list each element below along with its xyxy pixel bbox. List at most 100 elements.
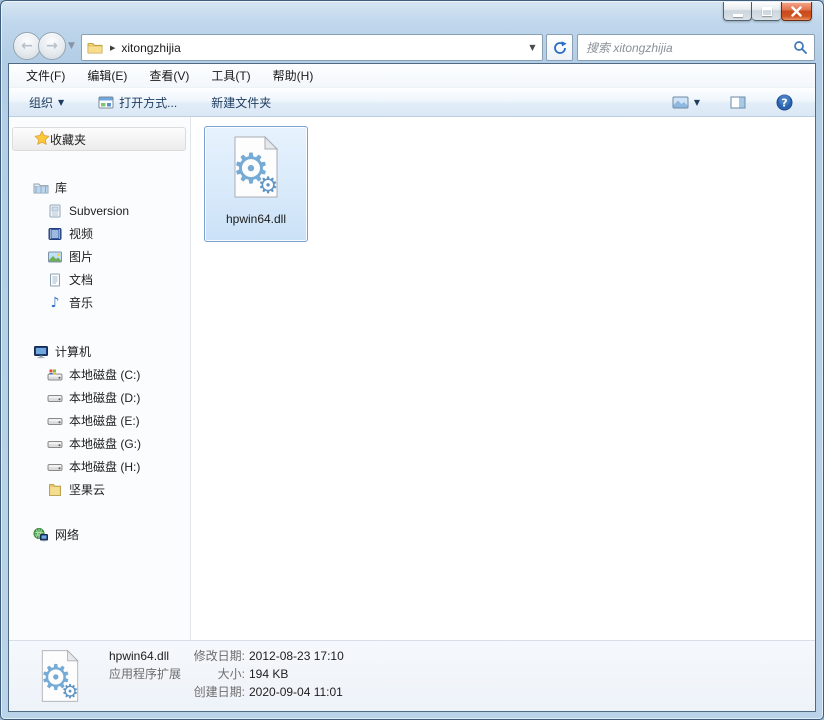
menu-edit[interactable]: 编辑(E) bbox=[80, 64, 134, 87]
modified-date-value: 2012-08-23 17:10 bbox=[249, 649, 344, 663]
preview-pane-icon bbox=[730, 96, 746, 108]
chevron-down-icon: ▼ bbox=[58, 97, 65, 107]
star-icon bbox=[34, 129, 50, 149]
sidebar-item-pictures[interactable]: 图片 bbox=[9, 245, 190, 268]
chevron-down-icon: ▼ bbox=[693, 97, 700, 107]
sidebar-item-label: 音乐 bbox=[69, 296, 94, 310]
sidebar-item-label: 文档 bbox=[69, 273, 94, 287]
drive-icon bbox=[47, 413, 63, 429]
preview-pane-button[interactable] bbox=[722, 92, 754, 113]
minimize-button[interactable] bbox=[723, 2, 752, 21]
help-button[interactable]: ? bbox=[768, 90, 801, 115]
recent-pages-chevron-icon[interactable]: ▼ bbox=[68, 41, 75, 51]
system-drive-icon bbox=[47, 367, 63, 383]
sidebar-item-label: 收藏夹 bbox=[50, 132, 87, 147]
sidebar-item-drive-d[interactable]: 本地磁盘 (D:) bbox=[9, 386, 190, 409]
sidebar-item-subversion[interactable]: Subversion bbox=[9, 199, 190, 222]
sidebar-item-label: 本地磁盘 (D:) bbox=[69, 391, 141, 405]
address-bar[interactable]: ▶ xitongzhijia ▼ bbox=[81, 34, 543, 61]
sidebar-item-documents[interactable]: 文档 bbox=[9, 268, 190, 291]
sidebar-item-label: 本地磁盘 (H:) bbox=[69, 460, 141, 474]
sidebar-item-videos[interactable]: 视频 bbox=[9, 222, 190, 245]
sidebar-item-drive-c[interactable]: 本地磁盘 (C:) bbox=[9, 363, 190, 386]
drive-icon bbox=[47, 436, 63, 452]
menu-help[interactable]: 帮助(H) bbox=[266, 64, 321, 87]
libraries-icon bbox=[33, 180, 49, 196]
details-file-type: 应用程序扩展 bbox=[109, 667, 182, 681]
close-button[interactable] bbox=[781, 2, 812, 21]
new-folder-button[interactable]: 新建文件夹 bbox=[203, 90, 279, 115]
content-area: 收藏夹 库 Subversion 视频 图片 文档 ♪ 音乐 计算机 本地磁盘 … bbox=[9, 117, 815, 640]
folder-icon bbox=[87, 42, 103, 53]
details-row-3: 创建日期: 2020-09-04 11:01 bbox=[109, 683, 344, 701]
minimize-icon bbox=[732, 14, 743, 17]
document-icon bbox=[47, 272, 63, 288]
close-icon bbox=[791, 5, 802, 17]
sidebar-item-network[interactable]: 网络 bbox=[9, 523, 190, 546]
folder-icon bbox=[47, 482, 63, 498]
sidebar-item-label: 本地磁盘 (E:) bbox=[69, 414, 140, 428]
search-icon[interactable] bbox=[793, 40, 808, 55]
sidebar-item-drive-e[interactable]: 本地磁盘 (E:) bbox=[9, 409, 190, 432]
svg-text:⚙: ⚙ bbox=[258, 173, 279, 199]
client-area: 文件(F) 编辑(E) 查看(V) 工具(T) 帮助(H) 组织 ▼ 打开方式.… bbox=[8, 63, 816, 712]
sidebar-item-libraries[interactable]: 库 bbox=[9, 176, 190, 199]
svg-text:⚙: ⚙ bbox=[61, 680, 78, 703]
navigation-pane: 收藏夹 库 Subversion 视频 图片 文档 ♪ 音乐 计算机 本地磁盘 … bbox=[9, 117, 190, 640]
drive-icon bbox=[47, 459, 63, 475]
picture-icon bbox=[47, 249, 63, 265]
open-with-icon bbox=[98, 95, 114, 110]
sidebar-item-nutstore[interactable]: 坚果云 bbox=[9, 478, 190, 501]
organize-label: 组织 bbox=[29, 95, 54, 110]
computer-icon bbox=[33, 344, 49, 360]
file-name-label: hpwin64.dll bbox=[225, 212, 287, 226]
sidebar-item-computer[interactable]: 计算机 bbox=[9, 340, 190, 363]
sidebar-item-label: 视频 bbox=[69, 227, 94, 241]
sidebar-item-label: 本地磁盘 (G:) bbox=[69, 437, 141, 451]
sidebar-item-label: 本地磁盘 (C:) bbox=[69, 368, 141, 382]
file-item-hpwin64[interactable]: ⚙ ⚙ hpwin64.dll bbox=[204, 126, 308, 242]
maximize-icon bbox=[761, 6, 772, 16]
sidebar-item-drive-h[interactable]: 本地磁盘 (H:) bbox=[9, 455, 190, 478]
menu-view[interactable]: 查看(V) bbox=[142, 64, 196, 87]
details-pane: ⚙ ⚙ hpwin64.dll 修改日期: 2012-08-23 17:10 应用程… bbox=[9, 640, 815, 711]
breadcrumb-arrow-icon: ▶ bbox=[110, 43, 116, 52]
details-row-2: 应用程序扩展 大小: 194 KB bbox=[109, 665, 344, 683]
address-dropdown-icon[interactable]: ▼ bbox=[523, 35, 542, 60]
dll-file-icon: ⚙ ⚙ bbox=[232, 135, 279, 199]
menu-file[interactable]: 文件(F) bbox=[19, 64, 72, 87]
open-with-button[interactable]: 打开方式... bbox=[90, 90, 185, 115]
sidebar-item-label: 网络 bbox=[55, 528, 80, 542]
menu-tools[interactable]: 工具(T) bbox=[204, 64, 257, 87]
open-with-label: 打开方式... bbox=[119, 95, 178, 110]
new-folder-label: 新建文件夹 bbox=[211, 95, 272, 110]
views-icon bbox=[672, 96, 689, 108]
organize-button[interactable]: 组织 ▼ bbox=[21, 90, 72, 115]
file-list[interactable]: ⚙ ⚙ hpwin64.dll bbox=[191, 117, 815, 640]
details-file-name: hpwin64.dll bbox=[109, 649, 170, 663]
back-button[interactable]: ← bbox=[13, 32, 41, 60]
views-button[interactable]: ▼ bbox=[664, 92, 708, 113]
sidebar-item-drive-g[interactable]: 本地磁盘 (G:) bbox=[9, 432, 190, 455]
sidebar-item-music[interactable]: ♪ 音乐 bbox=[9, 291, 190, 314]
help-icon: ? bbox=[776, 94, 793, 110]
modified-date-label: 修改日期: bbox=[193, 649, 245, 663]
sidebar-item-label: 计算机 bbox=[55, 345, 92, 359]
command-bar: 组织 ▼ 打开方式... 新建文件夹 ▼ ? bbox=[9, 88, 815, 117]
sidebar-item-label: 库 bbox=[55, 181, 68, 195]
drive-icon bbox=[47, 390, 63, 406]
search-input[interactable] bbox=[586, 40, 793, 55]
size-value: 194 KB bbox=[249, 667, 289, 681]
search-box bbox=[577, 34, 815, 61]
forward-button[interactable]: → bbox=[38, 32, 66, 60]
maximize-button[interactable] bbox=[752, 2, 781, 21]
network-icon bbox=[33, 527, 49, 543]
created-date-label: 创建日期: bbox=[193, 685, 245, 699]
sidebar-item-label: 坚果云 bbox=[69, 483, 106, 497]
refresh-button[interactable] bbox=[546, 34, 573, 61]
sidebar-item-favorites[interactable]: 收藏夹 bbox=[12, 127, 186, 151]
explorer-window: ← → ▼ ▶ xitongzhijia ▼ 文件(F) 编辑(E) 查看(V)… bbox=[0, 0, 824, 720]
refresh-icon bbox=[553, 40, 567, 54]
menu-bar: 文件(F) 编辑(E) 查看(V) 工具(T) 帮助(H) bbox=[9, 64, 815, 88]
breadcrumb[interactable]: xitongzhijia bbox=[121, 41, 180, 55]
